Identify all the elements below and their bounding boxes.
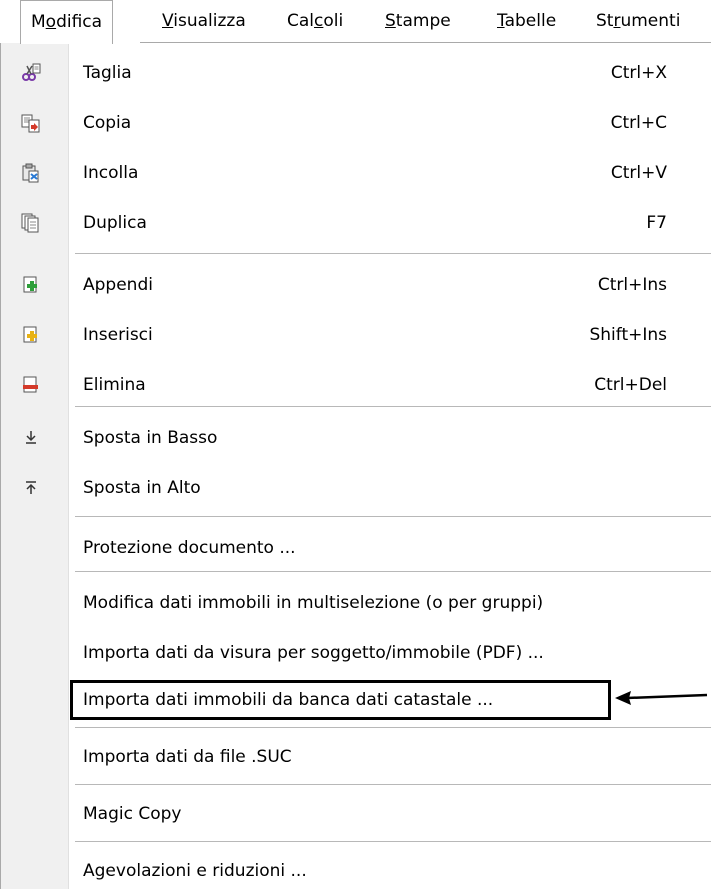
menu-separator (75, 841, 711, 842)
duplicate-icon (21, 213, 41, 233)
menu-item-label: Incolla (83, 163, 139, 183)
menu-item-label: Inserisci (83, 325, 153, 345)
menu-item-importa-visura[interactable]: Importa dati da visura per soggetto/immo… (1, 628, 711, 678)
menu-label-pre: Cal (287, 11, 315, 31)
menu-item-label: Appendi (83, 275, 153, 295)
menu-modifica[interactable]: Modifica (20, 0, 114, 44)
menu-calcoli[interactable]: Calcoli (287, 0, 343, 42)
menu-separator (75, 253, 711, 254)
menu-item-label: Sposta in Alto (83, 478, 201, 498)
menu-item-label: Copia (83, 113, 132, 133)
menu-label-post: umenti (620, 11, 681, 31)
menu-separator (75, 516, 711, 517)
menu-label-accel: T (497, 11, 505, 31)
menu-item-taglia[interactable]: Taglia Ctrl+X (1, 48, 711, 98)
menu-item-duplica[interactable]: Duplica F7 (1, 198, 711, 248)
annotation-highlight-box (70, 680, 611, 720)
menu-bar: Modifica Visualizza Calcoli Stampe Tabel… (0, 0, 711, 44)
menu-item-shortcut: Ctrl+V (610, 163, 667, 183)
menu-stampe[interactable]: Stampe (385, 0, 451, 42)
menu-label-accel: c (314, 11, 324, 31)
paste-icon (21, 163, 41, 183)
menu-tabelle[interactable]: Tabelle (497, 0, 556, 42)
menu-item-shortcut: Ctrl+X (610, 63, 667, 83)
menu-item-sposta-in-basso[interactable]: Sposta in Basso (1, 413, 711, 463)
menu-item-label: Importa dati da visura per soggetto/immo… (83, 643, 544, 663)
cut-icon (21, 63, 41, 83)
menu-item-label: Elimina (83, 375, 146, 395)
move-down-icon (21, 428, 41, 448)
menu-separator (75, 571, 711, 572)
menu-label-post: difica (56, 12, 103, 32)
menu-visualizza[interactable]: Visualizza (162, 0, 246, 42)
menu-item-importa-file-suc[interactable]: Importa dati da file .SUC (1, 732, 711, 782)
insert-icon (21, 325, 41, 345)
menu-label-post: isualizza (173, 11, 246, 31)
menu-item-inserisci[interactable]: Inserisci Shift+Ins (1, 310, 711, 360)
menu-label-accel: S (385, 11, 396, 31)
modifica-dropdown-menu: Taglia Ctrl+X Copia Ctrl+C Incolla Ctrl+… (0, 43, 711, 889)
menu-separator (75, 406, 711, 407)
menu-label-post: oli (323, 11, 344, 31)
menu-item-shortcut: Shift+Ins (589, 325, 667, 345)
menu-item-label: Sposta in Basso (83, 428, 218, 448)
append-icon (21, 275, 41, 295)
menu-item-protezione-documento[interactable]: Protezione documento ... (1, 523, 711, 573)
menu-item-label: Modifica dati immobili in multiselezione… (83, 593, 544, 613)
menu-item-incolla[interactable]: Incolla Ctrl+V (1, 148, 711, 198)
menu-item-modifica-dati-multiselezione[interactable]: Modifica dati immobili in multiselezione… (1, 578, 711, 628)
menu-label-accel: o (45, 12, 57, 32)
menu-strumenti[interactable]: Strumenti (596, 0, 680, 42)
menu-item-appendi[interactable]: Appendi Ctrl+Ins (1, 260, 711, 310)
menu-item-magic-copy[interactable]: Magic Copy (1, 789, 711, 839)
menu-label-pre: St (596, 11, 614, 31)
menu-label-post: tampe (395, 11, 451, 31)
menu-item-label: Taglia (83, 63, 132, 83)
annotation-arrow-icon (615, 691, 708, 705)
menu-separator (75, 727, 711, 728)
menu-label-pre: M (31, 12, 46, 32)
menu-item-shortcut: F7 (646, 213, 667, 233)
menu-item-sposta-in-alto[interactable]: Sposta in Alto (1, 463, 711, 513)
menu-item-label: Magic Copy (83, 804, 182, 824)
menu-item-copia[interactable]: Copia Ctrl+C (1, 98, 711, 148)
menu-separator (75, 784, 711, 785)
menu-item-label: Importa dati da file .SUC (83, 747, 292, 767)
menu-label-post: abelle (504, 11, 557, 31)
delete-icon (21, 375, 41, 395)
menu-item-elimina[interactable]: Elimina Ctrl+Del (1, 360, 711, 410)
menu-item-label: Duplica (83, 213, 147, 233)
menu-item-shortcut: Ctrl+Ins (597, 275, 667, 295)
copy-icon (21, 113, 41, 133)
move-up-icon (21, 478, 41, 498)
menu-item-label: Protezione documento ... (83, 538, 296, 558)
menu-item-shortcut: Ctrl+Del (594, 375, 667, 395)
menu-label-accel: V (162, 11, 174, 31)
menu-item-shortcut: Ctrl+C (610, 113, 667, 133)
